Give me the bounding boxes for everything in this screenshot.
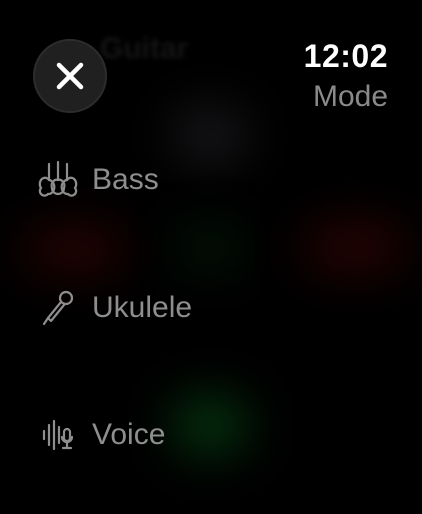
mode-item-bass[interactable]: Bass <box>38 157 159 203</box>
close-button[interactable] <box>33 39 107 113</box>
mode-item-label: Bass <box>92 163 159 196</box>
close-icon <box>56 62 84 90</box>
status-time: 12:02 <box>303 38 388 74</box>
blur-spot <box>175 225 245 270</box>
background-title: Guitar <box>100 32 189 65</box>
mode-item-label: Ukulele <box>92 291 193 324</box>
bass-guitars-icon <box>38 160 78 200</box>
blur-spot <box>20 225 130 275</box>
blur-spot <box>170 105 250 165</box>
mode-item-voice[interactable]: Voice <box>38 412 165 458</box>
mode-item-label: Voice <box>92 418 166 451</box>
mode-item-ukulele[interactable]: Ukulele <box>38 285 192 331</box>
microphone-icon <box>38 288 78 328</box>
blur-spot <box>170 395 250 455</box>
voice-waveform-icon <box>38 415 78 455</box>
blur-spot <box>300 220 410 275</box>
page-title: Mode <box>312 80 388 113</box>
